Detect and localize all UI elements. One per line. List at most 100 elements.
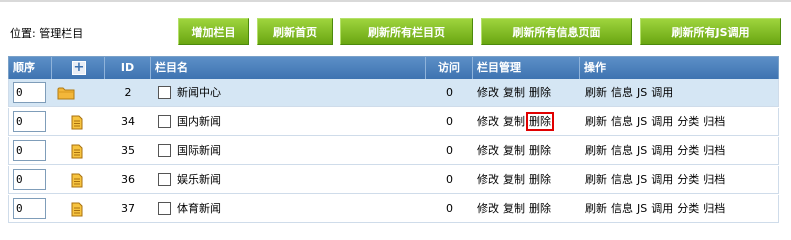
- info-link[interactable]: 信息: [611, 202, 633, 215]
- visits-cell: 0: [446, 144, 453, 157]
- visits-cell: 0: [446, 202, 453, 215]
- js-link[interactable]: JS: [637, 86, 647, 99]
- ops-links: 刷新 信息 JS 调用 分类 归档: [585, 108, 729, 136]
- info-link[interactable]: 信息: [611, 144, 633, 157]
- call-link[interactable]: 调用: [651, 173, 673, 186]
- order-cell: [13, 166, 46, 194]
- ops-links: 刷新 信息 JS 调用: [585, 79, 677, 107]
- ops-links: 刷新 信息 JS 调用 分类 归档: [585, 137, 729, 165]
- order-input[interactable]: [13, 169, 46, 190]
- edit-link[interactable]: 修改: [477, 86, 499, 99]
- visits-cell: 0: [446, 173, 453, 186]
- refresh-link[interactable]: 刷新: [585, 115, 607, 128]
- js-link[interactable]: JS: [637, 115, 647, 128]
- delete-link[interactable]: 删除: [529, 202, 551, 215]
- refresh-link[interactable]: 刷新: [585, 144, 607, 157]
- manage-links: 修改 复制 删除: [477, 195, 555, 223]
- category-link[interactable]: 分类: [677, 202, 699, 215]
- refresh-link[interactable]: 刷新: [585, 173, 607, 186]
- edit-link[interactable]: 修改: [477, 144, 499, 157]
- delete-link[interactable]: 删除: [529, 86, 551, 99]
- add-column-button[interactable]: 增加栏目: [178, 18, 249, 45]
- column-name[interactable]: 体育新闻: [177, 195, 221, 223]
- copy-link[interactable]: 复制: [503, 144, 525, 157]
- call-link[interactable]: 调用: [651, 115, 673, 128]
- copy-link[interactable]: 复制: [503, 173, 525, 186]
- info-link[interactable]: 信息: [611, 115, 633, 128]
- copy-link[interactable]: 复制: [503, 202, 525, 215]
- archive-link[interactable]: 归档: [703, 115, 725, 128]
- edit-link[interactable]: 修改: [477, 115, 499, 128]
- document-icon: [67, 166, 87, 194]
- call-link[interactable]: 调用: [651, 86, 673, 99]
- header-visits: 访问: [426, 57, 473, 79]
- header-ops: 操作: [584, 61, 606, 74]
- column-name[interactable]: 国内新闻: [177, 108, 221, 136]
- refresh-link[interactable]: 刷新: [585, 86, 607, 99]
- id-cell: 35: [121, 144, 135, 157]
- archive-link[interactable]: 归档: [703, 202, 725, 215]
- document-icon: [67, 137, 87, 165]
- archive-link[interactable]: 归档: [703, 144, 725, 157]
- order-input[interactable]: [13, 111, 46, 132]
- order-input[interactable]: [13, 82, 46, 103]
- document-icon: [67, 108, 87, 136]
- edit-link[interactable]: 修改: [477, 173, 499, 186]
- table-header: 顺序 + ID 栏目名 访问 栏目管理 操作: [8, 57, 779, 79]
- header-id: ID: [105, 57, 151, 79]
- visits-cell: 0: [446, 86, 453, 99]
- header-name: 栏目名: [151, 57, 426, 79]
- refresh-all-info-button[interactable]: 刷新所有信息页面: [481, 18, 632, 45]
- manage-links: 修改 复制 删除: [477, 166, 555, 194]
- js-link[interactable]: JS: [637, 144, 647, 157]
- row-checkbox[interactable]: [158, 166, 171, 194]
- header-manage: 栏目管理: [473, 57, 580, 79]
- copy-link[interactable]: 复制: [503, 86, 525, 99]
- category-link[interactable]: 分类: [677, 115, 699, 128]
- order-cell: [13, 108, 46, 136]
- table-row: 37 体育新闻 0 修改复制删除 刷新信息 JS 调用分类归档: [8, 195, 779, 223]
- delete-link[interactable]: 删除: [529, 173, 551, 186]
- info-link[interactable]: 信息: [611, 173, 633, 186]
- refresh-all-columns-button[interactable]: 刷新所有栏目页: [340, 18, 473, 45]
- archive-link[interactable]: 归档: [703, 173, 725, 186]
- row-checkbox[interactable]: [158, 195, 171, 223]
- copy-link[interactable]: 复制: [503, 115, 525, 128]
- order-cell: [13, 195, 46, 223]
- manage-links: 修改 复制 删除: [477, 79, 555, 107]
- info-link[interactable]: 信息: [611, 86, 633, 99]
- table-row: 35 国际新闻 0 修改复制删除 刷新信息 JS 调用分类归档: [8, 137, 779, 165]
- header-expand: +: [52, 57, 105, 79]
- ops-links: 刷新 信息 JS 调用 分类 归档: [585, 166, 729, 194]
- column-name[interactable]: 娱乐新闻: [177, 166, 221, 194]
- row-checkbox[interactable]: [158, 108, 171, 136]
- top-divider: [0, 0, 791, 2]
- delete-link[interactable]: 删除: [526, 112, 554, 131]
- expand-all-icon[interactable]: +: [72, 61, 86, 75]
- refresh-all-js-button[interactable]: 刷新所有JS调用: [640, 18, 781, 45]
- header-order: 顺序: [9, 57, 52, 79]
- table-row: 2 新闻中心 0 修改复制删除 刷新信息 JS 调用: [8, 79, 779, 107]
- category-link[interactable]: 分类: [677, 144, 699, 157]
- column-table: 顺序 + ID 栏目名 访问 栏目管理 操作 2新闻中心0修改复制删除刷新信息J…: [8, 56, 779, 223]
- call-link[interactable]: 调用: [651, 202, 673, 215]
- row-checkbox[interactable]: [158, 79, 171, 107]
- row-checkbox[interactable]: [158, 137, 171, 165]
- call-link[interactable]: 调用: [651, 144, 673, 157]
- column-name[interactable]: 新闻中心: [177, 79, 221, 107]
- category-link[interactable]: 分类: [677, 173, 699, 186]
- js-link[interactable]: JS: [637, 173, 647, 186]
- ops-links: 刷新 信息 JS 调用 分类 归档: [585, 195, 729, 223]
- id-cell: 37: [121, 202, 135, 215]
- delete-link[interactable]: 删除: [529, 144, 551, 157]
- table-row: 34 国内新闻 0 修改复制删除 刷新信息 JS 调用分类归档: [8, 108, 779, 136]
- js-link[interactable]: JS: [637, 202, 647, 215]
- visits-cell: 0: [446, 115, 453, 128]
- edit-link[interactable]: 修改: [477, 202, 499, 215]
- column-name[interactable]: 国际新闻: [177, 137, 221, 165]
- order-input[interactable]: [13, 140, 46, 161]
- refresh-home-button[interactable]: 刷新首页: [257, 18, 333, 45]
- order-input[interactable]: [13, 198, 46, 219]
- refresh-link[interactable]: 刷新: [585, 202, 607, 215]
- manage-links: 修改 复制 删除: [477, 108, 555, 136]
